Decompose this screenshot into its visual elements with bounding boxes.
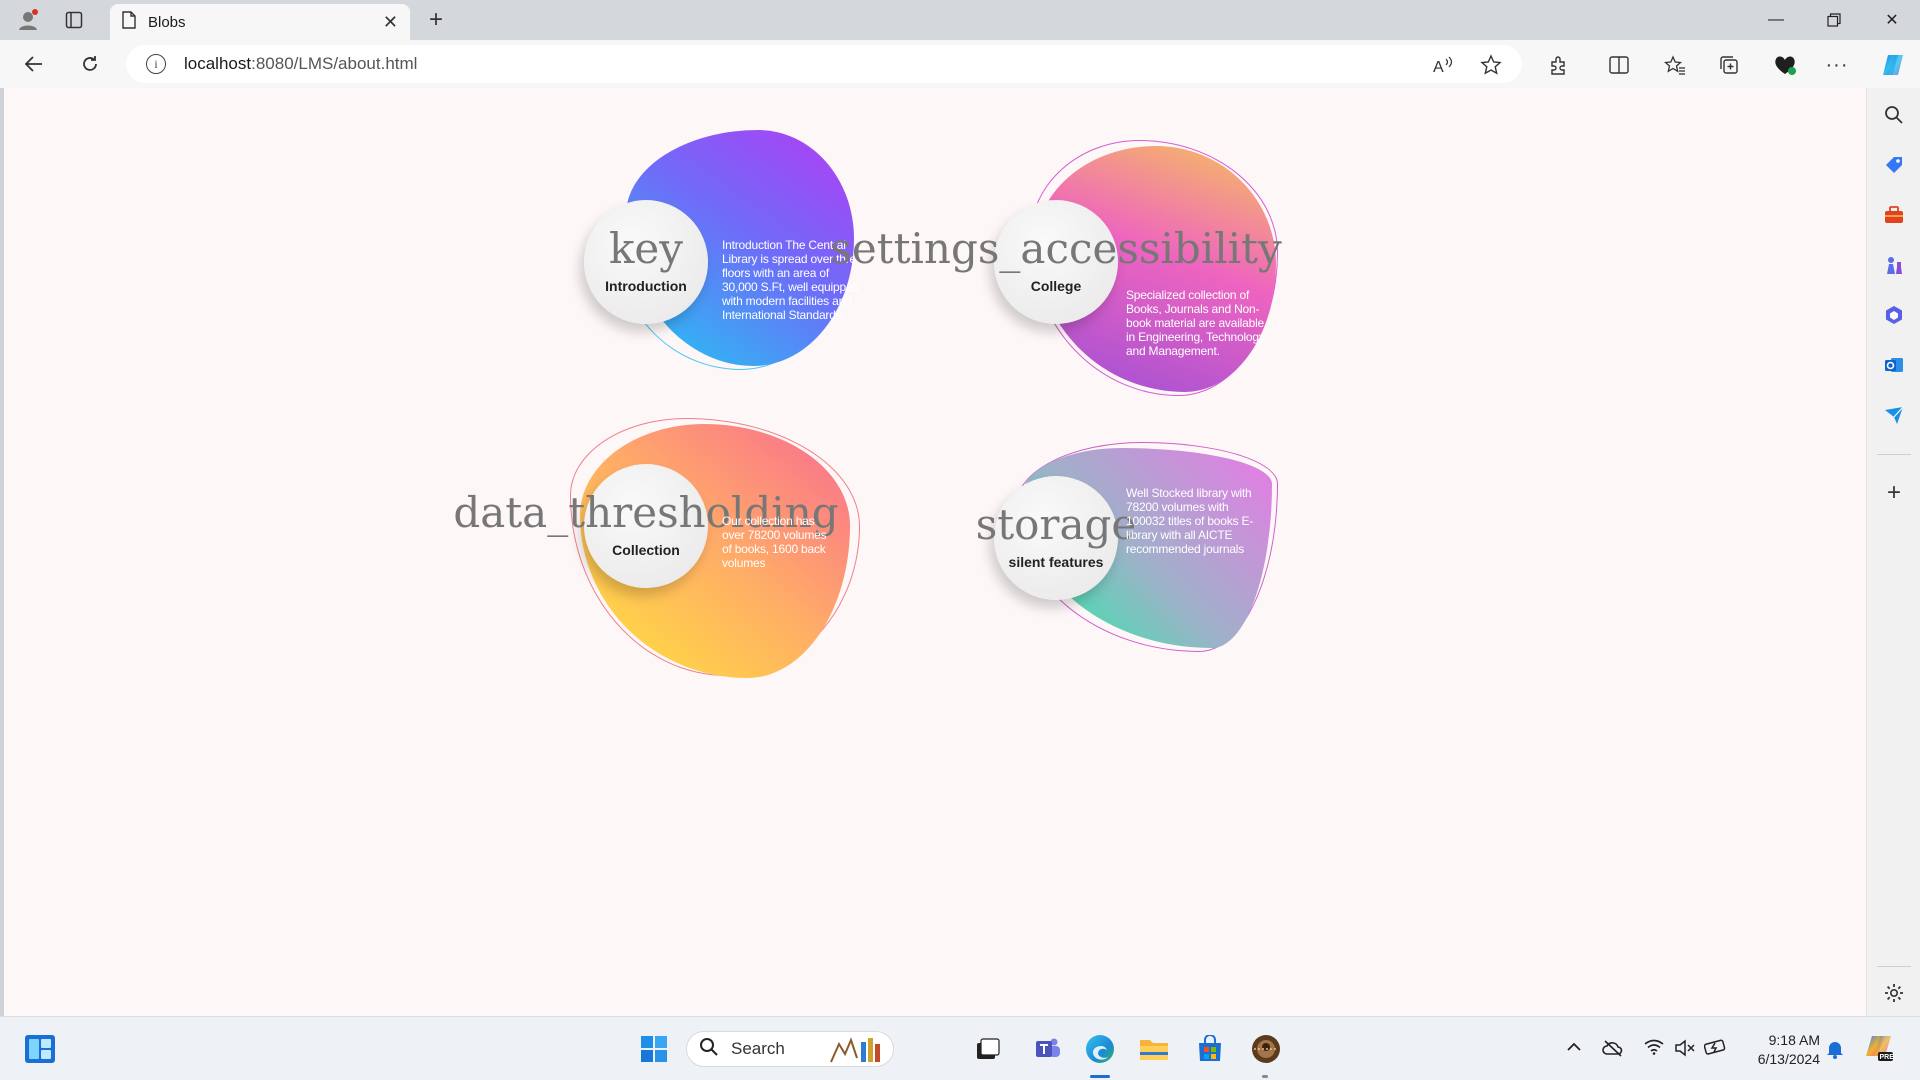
running-app-indicator bbox=[1262, 1075, 1268, 1078]
minimize-icon[interactable]: — bbox=[1748, 0, 1804, 40]
card-description: Our collection has over 78200 volumes of… bbox=[722, 514, 827, 570]
copilot-icon[interactable] bbox=[1880, 52, 1906, 78]
address-bar[interactable]: i localhost:8080/LMS/about.html bbox=[126, 45, 1522, 83]
file-explorer-icon[interactable] bbox=[1138, 1033, 1170, 1065]
clock[interactable]: 9:18 AM 6/13/2024 bbox=[1730, 1031, 1820, 1069]
sidebar-divider bbox=[1877, 966, 1911, 967]
refresh-icon[interactable] bbox=[76, 50, 104, 78]
extensions-icon[interactable] bbox=[1546, 52, 1572, 78]
browser-title-bar: Blobs ✕ + — ✕ bbox=[0, 0, 1920, 40]
onedrive-offline-icon[interactable] bbox=[1602, 1039, 1624, 1062]
collections-icon[interactable] bbox=[1716, 52, 1742, 78]
page-viewport: key Introduction Introduction The Centra… bbox=[4, 88, 1866, 1016]
send-drop-icon[interactable] bbox=[1881, 402, 1907, 428]
url-host: localhost bbox=[184, 54, 252, 73]
browser-toolbar: i localhost:8080/LMS/about.html A ··· bbox=[0, 40, 1920, 88]
add-sidebar-item-icon[interactable]: + bbox=[1881, 479, 1907, 506]
tab-actions-icon[interactable] bbox=[62, 8, 86, 32]
key-icon: key bbox=[608, 224, 684, 273]
battery-charging-icon[interactable] bbox=[1703, 1039, 1728, 1060]
tab-blobs[interactable]: Blobs ✕ bbox=[110, 4, 410, 40]
windows-taskbar: Search 9:18 AM 6/13/2024 PRE bbox=[0, 1016, 1920, 1080]
svg-text:PRE: PRE bbox=[1880, 1054, 1895, 1061]
task-view-icon[interactable] bbox=[972, 1033, 1004, 1065]
card-description: Well Stocked library with 78200 volumes … bbox=[1126, 486, 1254, 556]
games-chess-icon[interactable] bbox=[1881, 252, 1907, 278]
edge-browser-icon[interactable] bbox=[1084, 1033, 1116, 1065]
icon-circle: storage silent features bbox=[976, 476, 1136, 600]
tab-title: Blobs bbox=[148, 13, 186, 31]
tools-briefcase-icon[interactable] bbox=[1881, 202, 1907, 228]
site-info-icon[interactable]: i bbox=[146, 54, 166, 74]
sidebar-divider bbox=[1877, 454, 1911, 455]
close-window-icon[interactable]: ✕ bbox=[1864, 0, 1920, 40]
windows-start-icon[interactable] bbox=[638, 1033, 670, 1065]
search-label: Search bbox=[731, 1039, 785, 1058]
card-title: Collection bbox=[612, 542, 680, 558]
restore-icon[interactable] bbox=[1806, 0, 1862, 40]
wifi-icon[interactable] bbox=[1644, 1039, 1664, 1060]
split-screen-icon[interactable] bbox=[1606, 52, 1632, 78]
settings-gear-icon[interactable] bbox=[1881, 980, 1907, 1006]
icon-circle: settings_accessibility College bbox=[830, 200, 1282, 324]
taskbar-search[interactable]: Search bbox=[686, 1031, 894, 1067]
icon-circle: key Introduction bbox=[584, 200, 708, 324]
read-aloud-icon[interactable]: A bbox=[1430, 52, 1456, 78]
shopping-tag-icon[interactable] bbox=[1881, 152, 1907, 178]
card-description: Specialized collection of Books, Journal… bbox=[1126, 288, 1265, 358]
search-highlight-icon bbox=[827, 1036, 883, 1069]
card-title: silent features bbox=[1008, 554, 1104, 570]
clock-time: 9:18 AM bbox=[1768, 1032, 1820, 1048]
search-icon[interactable] bbox=[1881, 102, 1907, 128]
new-tab-icon[interactable]: + bbox=[424, 6, 448, 33]
favorite-star-icon[interactable] bbox=[1478, 52, 1504, 78]
settings-accessibility-icon: settings_accessibility bbox=[830, 224, 1282, 273]
close-tab-icon[interactable]: ✕ bbox=[383, 12, 398, 33]
profile-icon[interactable] bbox=[16, 8, 40, 32]
svg-text:A: A bbox=[1433, 59, 1444, 75]
browser-essentials-icon[interactable] bbox=[1772, 52, 1798, 78]
outlook-icon[interactable] bbox=[1881, 352, 1907, 378]
card-title: Introduction bbox=[605, 278, 687, 294]
clock-date: 6/13/2024 bbox=[1757, 1051, 1820, 1067]
url-text: localhost:8080/LMS/about.html bbox=[184, 54, 417, 74]
url-path: :8080/LMS/about.html bbox=[251, 54, 418, 73]
card-collection: data_thresholding Collection Our collect… bbox=[453, 414, 884, 694]
page-icon bbox=[122, 10, 136, 34]
card-silent-features: storage silent features Well Stocked lib… bbox=[976, 438, 1308, 668]
card-college: settings_accessibility College Specializ… bbox=[830, 138, 1308, 408]
active-app-indicator bbox=[1090, 1075, 1110, 1078]
microsoft-store-icon[interactable] bbox=[1194, 1033, 1226, 1065]
microsoft-365-icon[interactable] bbox=[1881, 302, 1907, 328]
show-hidden-icons-chevron-icon[interactable] bbox=[1566, 1039, 1582, 1057]
favorites-icon[interactable] bbox=[1662, 52, 1688, 78]
volume-muted-icon[interactable] bbox=[1674, 1039, 1696, 1062]
card-title: College bbox=[1030, 278, 1082, 294]
back-icon[interactable] bbox=[20, 50, 48, 78]
teams-icon[interactable] bbox=[1032, 1033, 1064, 1065]
app-avatar-icon[interactable] bbox=[1250, 1033, 1282, 1065]
search-icon bbox=[699, 1037, 719, 1062]
storage-icon: storage bbox=[975, 500, 1137, 549]
widgets-icon[interactable] bbox=[24, 1033, 56, 1065]
icon-circle: data_thresholding Collection bbox=[453, 464, 839, 588]
notifications-bell-icon[interactable] bbox=[1826, 1039, 1844, 1064]
copilot-preview-icon[interactable]: PRE bbox=[1864, 1033, 1894, 1068]
edge-sidebar: + bbox=[1866, 88, 1920, 1016]
more-options-icon[interactable]: ··· bbox=[1824, 52, 1850, 78]
